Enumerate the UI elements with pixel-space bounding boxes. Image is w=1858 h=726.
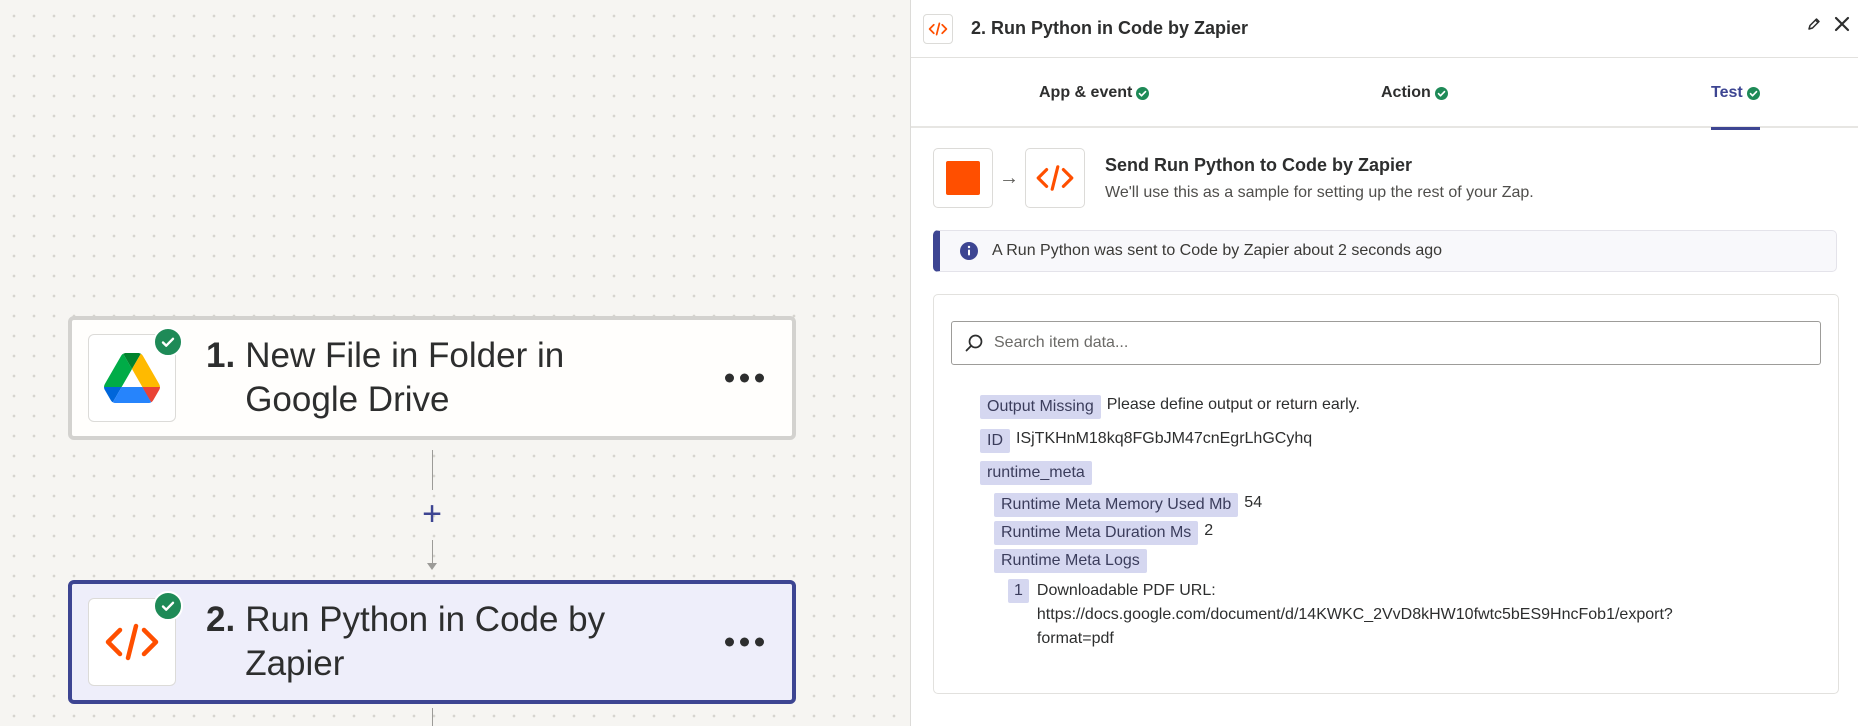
connector-line-lower bbox=[432, 540, 433, 564]
step-2-title-text: Run Python in Code by Zapier bbox=[245, 600, 606, 683]
send-title: Send Run Python to Code by Zapier bbox=[1105, 154, 1413, 175]
step-1-more-options-icon[interactable] bbox=[725, 373, 764, 383]
source-app-icon-box bbox=[933, 148, 993, 208]
data-row-logs: Runtime Meta Logs bbox=[994, 549, 1147, 573]
step-2-more-options-icon[interactable] bbox=[725, 637, 764, 647]
log-line-1: Downloadable PDF URL: bbox=[1036, 582, 1216, 599]
step-2-app-icon-box bbox=[88, 591, 183, 686]
data-row-log-item: 1 Downloadable PDF URL: https://docs.goo… bbox=[1008, 579, 1737, 651]
step-1-app-icon-box bbox=[88, 327, 183, 422]
code-icon bbox=[1036, 165, 1074, 191]
tab-test-check-icon bbox=[1746, 86, 1760, 100]
data-key: Runtime Meta Duration Ms bbox=[994, 521, 1199, 545]
step-1-complete-check-icon bbox=[153, 327, 183, 357]
info-icon bbox=[960, 242, 978, 260]
step-1-title-text: New File in Folder in Google Drive bbox=[245, 336, 565, 419]
data-row-memory: Runtime Meta Memory Used Mb 54 bbox=[994, 493, 1262, 517]
data-value-multiline: Downloadable PDF URL: https://docs.googl… bbox=[1037, 579, 1737, 651]
data-row-runtime-meta: runtime_meta bbox=[980, 461, 1092, 485]
test-output-box: Output Missing Please define output or r… bbox=[933, 294, 1839, 694]
connector-line-bottom bbox=[432, 708, 433, 726]
step-1-number: 1. bbox=[206, 336, 236, 375]
add-step-button[interactable]: + bbox=[416, 497, 448, 531]
connector-line-upper bbox=[432, 450, 433, 490]
arrow-right-icon: → bbox=[999, 166, 1019, 189]
panel-header-actions bbox=[1806, 14, 1852, 34]
tab-test-label: Test bbox=[1711, 84, 1743, 101]
data-value: 54 bbox=[1244, 494, 1263, 511]
tab-app-and-event[interactable]: App & event bbox=[1039, 58, 1150, 128]
search-box[interactable] bbox=[951, 321, 1821, 365]
log-line-3: format=pdf bbox=[1036, 630, 1114, 647]
data-key: runtime_meta bbox=[980, 461, 1092, 485]
data-row-duration: Runtime Meta Duration Ms 2 bbox=[994, 521, 1213, 545]
zap-editor-canvas[interactable]: 1. New File in Folder in Google Drive + … bbox=[0, 0, 910, 726]
tab-app-and-event-check-icon bbox=[1136, 86, 1150, 100]
close-icon[interactable] bbox=[1832, 14, 1852, 34]
data-value: Please define output or return early. bbox=[1106, 396, 1360, 413]
connector-arrow-icon bbox=[427, 563, 437, 570]
send-text: Send Run Python to Code by Zapier We'll … bbox=[1105, 155, 1534, 202]
search-input[interactable] bbox=[994, 334, 1794, 352]
panel-header: 2. Run Python in Code by Zapier bbox=[911, 0, 1858, 58]
panel-app-icon bbox=[923, 13, 953, 44]
data-row-output-missing: Output Missing Please define output or r… bbox=[980, 395, 1360, 419]
data-key: 1 bbox=[1008, 579, 1029, 603]
tab-test[interactable]: Test bbox=[1711, 58, 1760, 130]
google-drive-icon bbox=[104, 353, 160, 403]
send-summary: → Send Run Python to Code by Zapier We'l… bbox=[933, 148, 1534, 208]
data-value: ISjTKHnM18kq8FGbJM47cnEgrLhGCyhq bbox=[1016, 430, 1313, 447]
info-message: A Run Python was sent to Code by Zapier … bbox=[992, 242, 1443, 259]
panel-tabs: App & event Action Test bbox=[911, 58, 1858, 130]
data-key: Runtime Meta Memory Used Mb bbox=[994, 493, 1239, 517]
tab-app-and-event-label: App & event bbox=[1039, 84, 1133, 101]
step-1-title: 1. New File in Folder in Google Drive bbox=[206, 334, 686, 422]
info-banner: A Run Python was sent to Code by Zapier … bbox=[933, 230, 1837, 272]
step-2-complete-check-icon bbox=[153, 591, 183, 621]
tab-action[interactable]: Action bbox=[1381, 58, 1448, 128]
tab-action-check-icon bbox=[1434, 86, 1448, 100]
send-subtitle: We'll use this as a sample for setting u… bbox=[1105, 183, 1534, 201]
data-row-id: ID ISjTKHnM18kq8FGbJM47cnEgrLhGCyhq bbox=[980, 429, 1312, 453]
target-app-icon-box bbox=[1025, 148, 1085, 208]
zapier-square-icon bbox=[946, 161, 980, 195]
step-2-number: 2. bbox=[206, 600, 236, 639]
step-card-1[interactable]: 1. New File in Folder in Google Drive bbox=[68, 316, 796, 440]
log-line-2: https://docs.google.com/document/d/14KWK… bbox=[1036, 606, 1673, 623]
code-icon bbox=[105, 623, 159, 661]
data-key: Output Missing bbox=[980, 395, 1101, 419]
data-key: Runtime Meta Logs bbox=[994, 549, 1147, 573]
data-value: 2 bbox=[1204, 522, 1214, 539]
tab-action-label: Action bbox=[1381, 84, 1431, 101]
edit-pencil-icon[interactable] bbox=[1806, 16, 1822, 32]
step-card-2[interactable]: 2. Run Python in Code by Zapier bbox=[68, 580, 796, 704]
step-2-title: 2. Run Python in Code by Zapier bbox=[206, 598, 686, 686]
panel-title: 2. Run Python in Code by Zapier bbox=[971, 18, 1249, 38]
search-icon bbox=[965, 334, 983, 352]
step-details-panel: 2. Run Python in Code by Zapier App & ev… bbox=[910, 0, 1858, 726]
data-key: ID bbox=[980, 429, 1010, 453]
code-icon bbox=[928, 22, 948, 35]
